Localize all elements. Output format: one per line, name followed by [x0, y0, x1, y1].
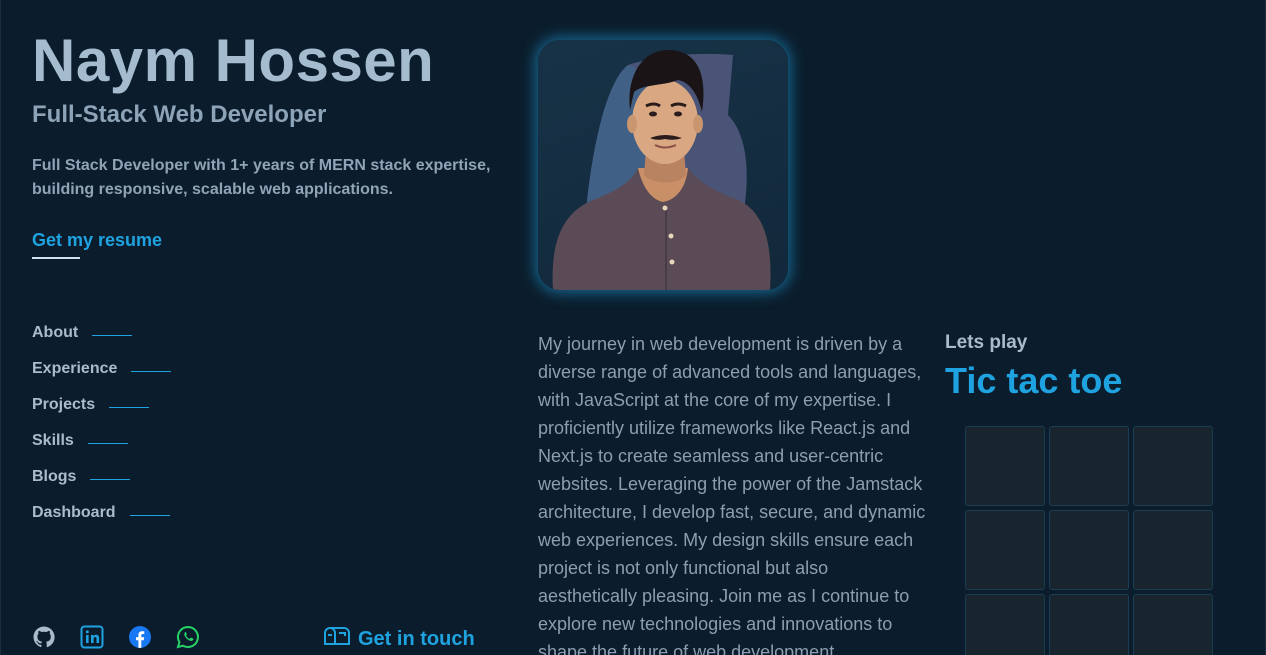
game-title: Tic tac toe	[945, 360, 1123, 401]
board-cell[interactable]	[965, 426, 1045, 506]
social-links	[32, 625, 200, 649]
nav-item-projects[interactable]: Projects	[32, 396, 171, 432]
board-cell[interactable]	[1133, 426, 1213, 506]
board-cell[interactable]	[1133, 594, 1213, 655]
nav-item-label: Blogs	[32, 468, 77, 485]
about-paragraph: My journey in web development is driven …	[538, 334, 926, 655]
nav-indicator-line	[90, 479, 131, 480]
board-cell[interactable]	[965, 510, 1045, 590]
section-nav: About Experience Projects Skills Blogs D…	[32, 324, 172, 540]
nav-indicator-line	[129, 515, 170, 516]
nav-item-label: Projects	[32, 396, 96, 413]
board-cell[interactable]	[1049, 510, 1129, 590]
nav-item-skills[interactable]: Skills	[32, 432, 171, 468]
facebook-icon[interactable]	[128, 625, 152, 649]
board-cell[interactable]	[1049, 594, 1129, 655]
nav-item-label: About	[32, 324, 79, 341]
linkedin-icon[interactable]	[80, 625, 104, 649]
nav-indicator-line	[109, 407, 150, 408]
game-subtitle: Lets play	[945, 332, 1028, 353]
resume-underline	[32, 257, 80, 259]
board-cell[interactable]	[1133, 510, 1213, 590]
nav-item-label: Dashboard	[32, 504, 116, 521]
nav-item-label: Experience	[32, 360, 118, 377]
nav-item-label: Skills	[32, 432, 74, 449]
nav-indicator-line	[87, 443, 128, 444]
nav-item-about[interactable]: About	[32, 324, 171, 360]
nav-indicator-line	[131, 371, 172, 372]
tic-tac-toe-board	[965, 426, 1213, 655]
nav-indicator-line	[92, 335, 133, 336]
github-icon[interactable]	[32, 625, 56, 649]
get-in-touch-label: Get in touch	[358, 627, 475, 650]
hero-name: Naym Hossen	[32, 27, 435, 94]
board-cell[interactable]	[965, 594, 1045, 655]
mailbox-icon	[324, 626, 350, 652]
resume-link[interactable]: Get my resume	[32, 230, 162, 251]
whatsapp-icon[interactable]	[176, 625, 200, 649]
nav-item-experience[interactable]: Experience	[32, 360, 172, 396]
board-cell[interactable]	[1049, 426, 1129, 506]
nav-item-blogs[interactable]: Blogs	[32, 468, 171, 504]
get-in-touch-button[interactable]: Get in touch	[324, 626, 475, 652]
profile-photo	[538, 40, 788, 290]
hero-summary: Full Stack Developer with 1+ years of ME…	[32, 157, 491, 198]
nav-item-dashboard[interactable]: Dashboard	[32, 504, 171, 540]
hero-role: Full-Stack Web Developer	[32, 101, 327, 128]
